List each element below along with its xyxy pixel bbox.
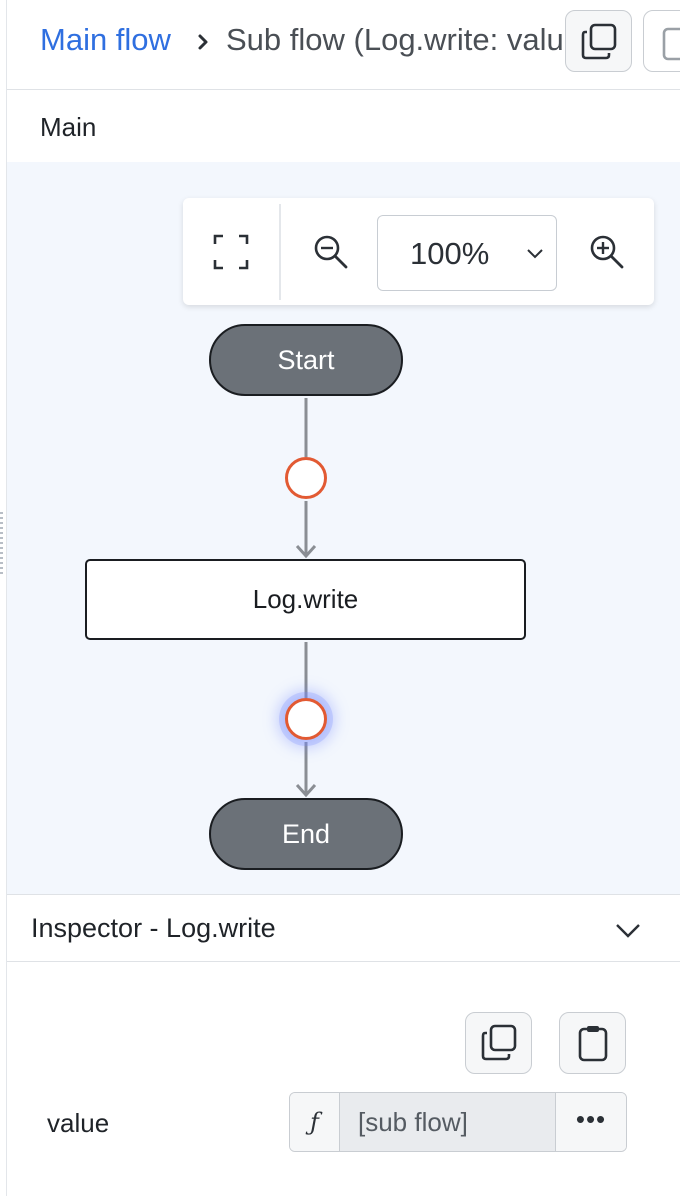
start-node[interactable]: Start [209,324,403,396]
zoom-value: 100% [410,236,490,271]
side-panel-edge [0,0,7,1196]
paste-icon [578,1026,608,1062]
copy-icon [481,1024,517,1061]
property-value-group: ƒ [sub flow] ••• [289,1092,627,1152]
chevron-right-icon [198,34,208,50]
inspector-title: Inspector - Log.write [31,913,276,943]
zoom-out-icon[interactable] [311,232,351,272]
resize-handle[interactable] [0,512,3,576]
paste-property-button[interactable] [559,1012,626,1074]
more-icon[interactable]: ••• [556,1093,626,1151]
property-value-field[interactable]: [sub flow] [340,1093,556,1151]
breadcrumb-main-flow-link[interactable]: Main flow [40,22,171,58]
breadcrumb-current: Sub flow (Log.write: value) [226,22,566,57]
function-icon[interactable]: ƒ [290,1093,340,1151]
copy-icon [581,23,617,60]
paste-flow-button[interactable] [643,10,680,72]
insert-port-after-log-write[interactable] [285,698,327,740]
property-label-value: value [47,1108,110,1138]
paste-icon [662,27,680,61]
fit-screen-icon[interactable] [213,234,249,270]
breadcrumb-bar: Main flow Sub flow (Log.write: value) [7,0,680,90]
collapse-chevron-icon[interactable] [613,915,643,945]
flow-canvas[interactable]: 100% Start Log.write End [7,162,680,894]
chevron-down-icon [527,249,543,259]
canvas-toolbar: 100% [183,198,654,305]
flow-section-title: Main [40,112,97,142]
zoom-in-icon[interactable] [587,232,627,272]
toolbar-divider [279,204,281,300]
end-node[interactable]: End [209,798,403,870]
copy-flow-button[interactable] [565,10,632,72]
insert-port-after-start[interactable] [285,457,327,499]
zoom-select[interactable]: 100% [377,215,557,291]
log-write-node[interactable]: Log.write [85,559,526,640]
app-root: Main flow Sub flow (Log.write: value) Ma… [0,0,680,1196]
copy-property-button[interactable] [465,1012,532,1074]
inspector-header[interactable]: Inspector - Log.write [7,894,680,962]
